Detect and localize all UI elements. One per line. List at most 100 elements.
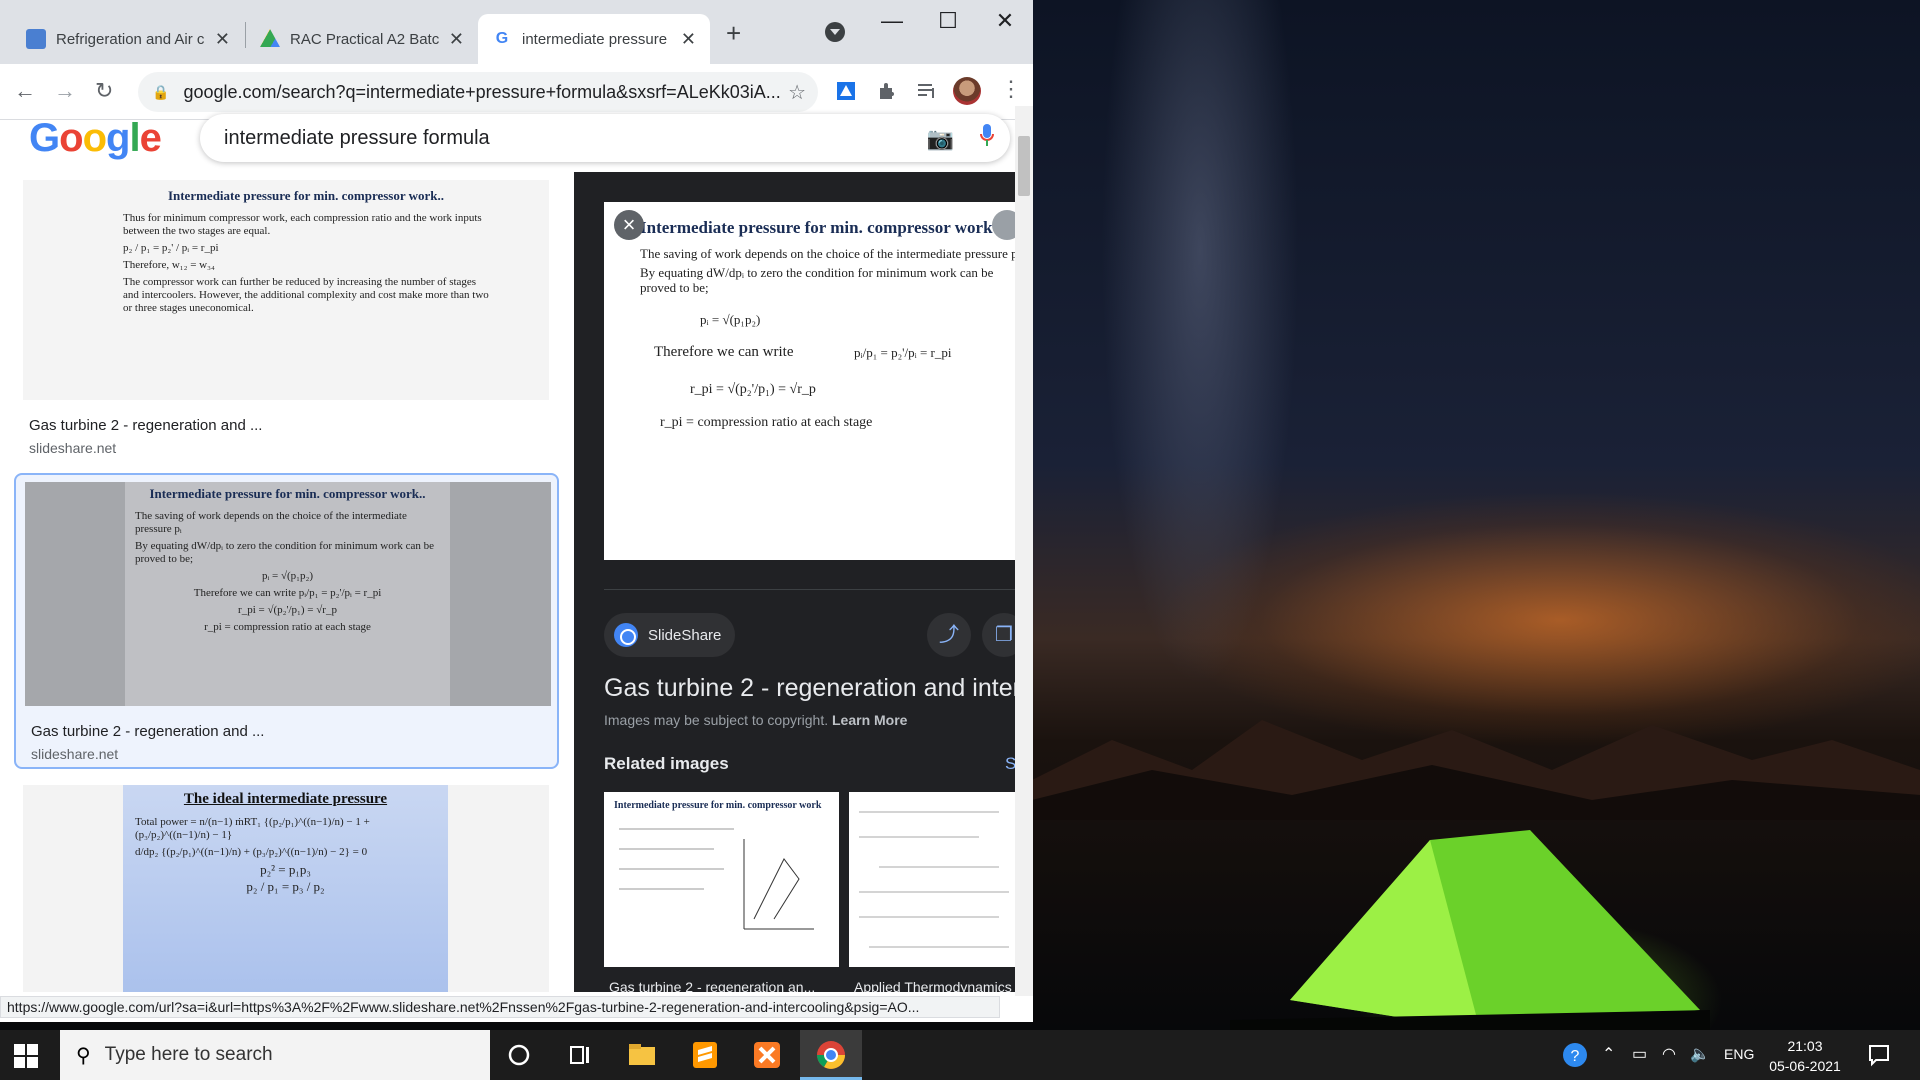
close-preview-button[interactable]: × [614,210,644,240]
tab-google-search[interactable]: G intermediate pressure f ✕ [478,14,710,64]
google-logo[interactable]: Google [29,116,162,161]
bookmark-star-icon[interactable]: ☆ [788,80,806,105]
task-view-icon[interactable] [563,1038,597,1072]
url-text[interactable]: google.com/search?q=intermediate+pressur… [183,82,783,103]
address-bar[interactable]: 🔒 google.com/search?q=intermediate+press… [138,72,818,112]
result-card[interactable]: The ideal intermediate pressure Total po… [14,785,559,992]
result-title[interactable]: Gas turbine 2 - regeneration and ... [31,723,264,740]
taskbar-search[interactable]: ⚲ Type here to search [60,1030,490,1080]
tab-rac-practical[interactable]: RAC Practical A2 Batch ✕ [246,14,478,64]
result-source[interactable]: slideshare.net [31,746,118,762]
chrome-window: Refrigeration and Air co ✕ RAC Practical… [0,0,1033,1022]
svg-text:?: ? [1571,1048,1580,1065]
copyright-notice: Images may be subject to copyright. Lear… [604,712,907,728]
result-thumbnail[interactable]: Intermediate pressure for min. compresso… [23,180,549,400]
result-thumbnail[interactable]: Intermediate pressure for min. compresso… [25,482,551,706]
puzzle-icon[interactable] [876,80,898,102]
result-card[interactable]: Intermediate pressure for min. compresso… [14,172,559,462]
camera-icon[interactable]: 📷 [927,126,954,152]
preview-line: pᵢ/p₁ = p₂'/pᵢ = r_pi [854,345,952,360]
microphone-icon[interactable] [980,124,994,148]
related-image[interactable] [849,792,1015,967]
preview-line: r_pi = compression ratio at each stage [660,415,873,430]
new-tab-button[interactable]: + [726,18,741,49]
lock-icon[interactable]: 🔒 [152,84,169,101]
search-box[interactable]: intermediate pressure formula 📷 [200,114,1010,162]
result-title[interactable]: Gas turbine 2 - regeneration and ... [29,417,262,434]
preview-nav-button[interactable] [992,210,1015,240]
divider [604,589,1015,590]
minimize-button[interactable]: — [872,8,912,34]
preview-image[interactable]: Intermediate pressure for min. compresso… [604,202,1015,560]
language-indicator[interactable]: ENG [1724,1046,1754,1062]
clock[interactable]: 21:03 05-06-2021 [1760,1036,1850,1076]
menu-icon[interactable]: ⋮ [1000,76,1022,102]
clock-date: 05-06-2021 [1769,1058,1841,1074]
tab-title: RAC Practical A2 Batch [290,30,439,48]
cortana-icon[interactable] [502,1038,536,1072]
image-preview-panel: Intermediate pressure for min. compresso… [574,172,1015,992]
related-caption[interactable]: Gas turbine 2 - regeneration an... [609,979,837,992]
result-card-selected[interactable]: Intermediate pressure for min. compresso… [14,473,559,769]
help-icon[interactable]: ? [1558,1038,1592,1072]
file-explorer-icon[interactable] [625,1038,659,1072]
thumb-line: Total power = n/(n−1) ṁRT₁ {(p₂/p₁)^((n−… [135,816,370,841]
xampp-icon[interactable] [750,1038,784,1072]
preview-line: r_pi = √(p₂'/p₁) = √r_p [690,382,816,397]
save-bookmark-button[interactable]: ❐ [982,613,1015,657]
thumb-line: The saving of work depends on the choice… [135,510,407,535]
sublime-text-icon[interactable] [688,1038,722,1072]
search-input[interactable]: intermediate pressure formula [224,127,490,150]
close-window-button[interactable]: ✕ [985,8,1025,34]
tab-strip: Refrigeration and Air co ✕ RAC Practical… [0,0,1033,64]
preview-line: Therefore we can write [654,344,794,360]
profile-avatar[interactable] [953,77,981,105]
maximize-button[interactable]: ☐ [928,8,968,34]
chrome-taskbar-button[interactable] [800,1030,862,1080]
media-queue-icon[interactable] [916,80,938,102]
related-caption[interactable]: Applied Thermodynamics [854,979,1015,992]
volume-icon[interactable]: 🔈 [1690,1044,1710,1064]
taskbar-search-placeholder[interactable]: Type here to search [105,1044,273,1066]
windows-start-icon[interactable] [14,1044,38,1068]
wifi-icon[interactable]: ◠ [1662,1044,1676,1064]
tab-refrigeration[interactable]: Refrigeration and Air co ✕ [12,14,244,64]
status-bubble: https://www.google.com/url?sa=i&url=http… [0,996,1000,1018]
related-heading: Intermediate pressure for min. compresso… [614,800,822,811]
globe-icon [614,623,638,647]
chrome-icon [817,1041,845,1069]
scrollbar-thumb[interactable] [1018,136,1030,196]
thumb-line: d/dp₂ {(p₂/p₁)^((n−1)/n) + (p₃/p₂)^((n−1… [135,846,368,858]
source-chip[interactable]: SlideShare [604,613,736,657]
image-results: Intermediate pressure for min. compresso… [0,172,574,992]
battery-icon[interactable]: ▭ [1632,1044,1647,1064]
logo-letter: o [82,116,107,160]
thumb-heading: The ideal intermediate pressure [183,791,388,807]
result-source[interactable]: slideshare.net [29,440,116,456]
result-thumbnail[interactable]: The ideal intermediate pressure Total po… [23,785,549,992]
preview-title[interactable]: Gas turbine 2 - regeneration and interco… [604,674,1015,703]
back-button[interactable]: ← [14,78,36,104]
close-tab-icon[interactable]: ✕ [215,29,230,50]
learn-more-link[interactable]: Learn More [832,712,907,728]
show-hidden-icons-icon[interactable]: ⌃ [1602,1044,1615,1064]
close-tab-icon[interactable]: ✕ [681,29,696,50]
tab-title: intermediate pressure f [522,30,671,48]
preview-heading: Intermediate pressure for min. compresso… [640,218,993,237]
extension-icon[interactable] [835,80,857,102]
reload-button[interactable]: ↻ [95,78,113,104]
tab-search-button[interactable] [825,22,845,42]
thumb-line: The compressor work can further be reduc… [123,276,489,314]
close-tab-icon[interactable]: ✕ [449,29,464,50]
related-image[interactable]: Intermediate pressure for min. compresso… [604,792,839,967]
share-button[interactable]: ⤴ [927,613,971,657]
page-scrollbar[interactable] [1015,106,1033,996]
thumb-line: p₂ / p₁ = p₃ / p₂ [246,879,325,894]
forward-button[interactable]: → [54,78,76,104]
preview-line: The saving of work depends on the choice… [640,246,1015,261]
tent-image [1230,830,1710,1030]
thumb-line: Therefore we can write pᵢ/p₁ = p₂'/pᵢ = … [193,587,382,599]
see-all-link[interactable]: S [1005,754,1015,774]
search-icon: ⚲ [76,1044,91,1067]
notifications-icon[interactable] [1862,1038,1896,1072]
